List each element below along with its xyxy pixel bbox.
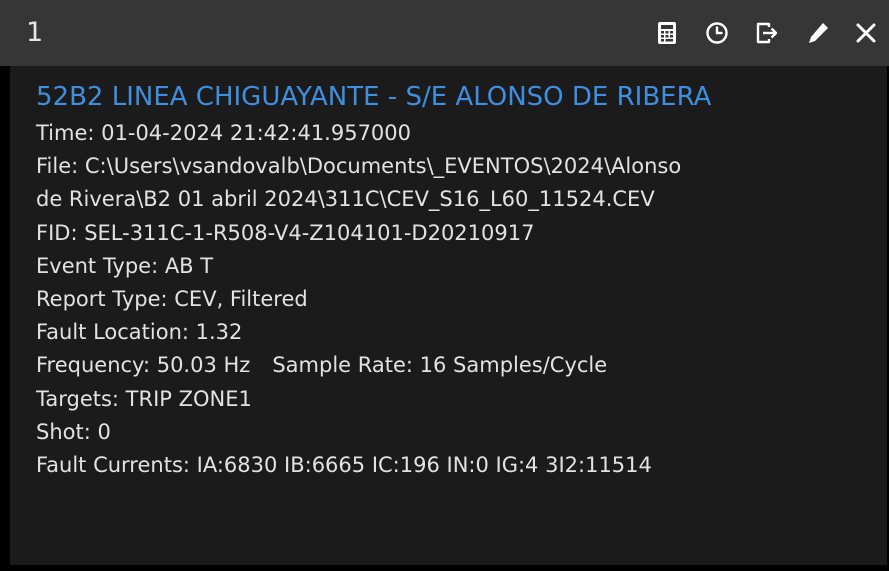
targets: Targets: TRIP ZONE1 bbox=[36, 386, 252, 411]
event-fid: FID: SEL-311C-1-R508-V4-Z104101-D2021091… bbox=[36, 220, 535, 245]
frequency: Frequency: 50.03 Hz bbox=[36, 353, 251, 378]
shot: Shot: 0 bbox=[36, 419, 111, 444]
sample-rate: Sample Rate: 16 Samples/Cycle bbox=[272, 353, 608, 378]
event-file-path-line2: de Rivera\B2 01 abril 2024\311C\CEV_S16_… bbox=[36, 187, 655, 212]
close-icon[interactable] bbox=[852, 19, 880, 47]
event-heading: 52B2 LINEA CHIGUAYANTE - S/E ALONSO DE R… bbox=[36, 82, 712, 112]
fault-location: Fault Location: 1.32 bbox=[36, 320, 243, 345]
fault-currents: Fault Currents: IA:6830 IB:6665 IC:196 I… bbox=[36, 453, 652, 478]
event-time: Time: 01-04-2024 21:42:41.957000 bbox=[36, 121, 412, 145]
window-title: 1 bbox=[26, 17, 44, 48]
clock-icon[interactable] bbox=[703, 19, 731, 47]
export-icon[interactable] bbox=[752, 19, 780, 47]
event-type: Event Type: AB T bbox=[36, 253, 214, 278]
calculator-icon[interactable] bbox=[653, 19, 681, 47]
event-details-panel: 52B2 LINEA CHIGUAYANTE - S/E ALONSO DE R… bbox=[10, 66, 887, 565]
pencil-icon[interactable] bbox=[804, 19, 832, 47]
event-summary-window: 1 52B2 LINEA CHIGUAYANTE - S/E ALONSO DE… bbox=[0, 0, 889, 571]
report-type: Report Type: CEV, Filtered bbox=[36, 287, 308, 312]
title-bar[interactable]: 1 bbox=[0, 0, 889, 66]
event-file-path-line1: File: C:\Users\vsandovalb\Documents\_EVE… bbox=[36, 154, 682, 179]
frequency-sample-rate-row: Frequency: 50.03 Hz Sample Rate: 16 Sampl… bbox=[36, 349, 887, 382]
